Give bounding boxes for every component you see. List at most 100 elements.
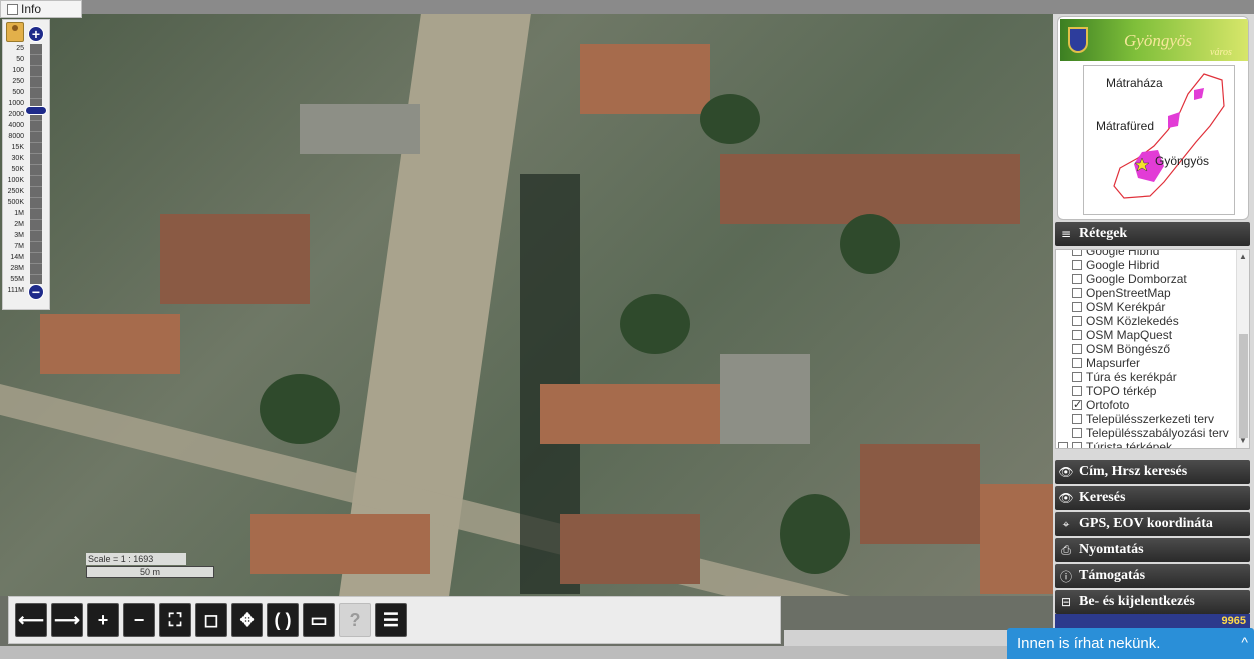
coat-of-arms-icon <box>1068 27 1088 53</box>
zoom-scale-label[interactable]: 100 <box>3 65 25 76</box>
measure-icon[interactable]: ▭ <box>303 603 335 637</box>
layer-item[interactable]: Google Hibrid <box>1056 258 1238 272</box>
crosshair-icon: ⌖ <box>1062 516 1070 531</box>
scroll-up-icon[interactable]: ▲ <box>1239 252 1247 261</box>
zoom-slider-track[interactable] <box>30 44 42 284</box>
layer-checkbox[interactable] <box>1072 288 1082 298</box>
layer-checkbox[interactable] <box>1072 302 1082 312</box>
zoom-scale-label[interactable]: 30K <box>3 153 25 164</box>
layers-header[interactable]: ≡ Rétegek <box>1055 222 1250 246</box>
layer-item[interactable]: OSM MapQuest <box>1056 328 1238 342</box>
layer-label: Ortofoto <box>1086 398 1130 412</box>
arrow-left-icon[interactable]: ⟵ <box>15 603 47 637</box>
layer-item[interactable]: Túrista térképek <box>1056 440 1238 449</box>
zoom-scale-label[interactable]: 55M <box>3 274 25 285</box>
scroll-thumb[interactable] <box>1239 334 1248 438</box>
help-icon[interactable]: ? <box>339 603 371 637</box>
zoom-out-icon[interactable]: − <box>123 603 155 637</box>
layer-label: Túrista térképek <box>1086 440 1173 449</box>
zoom-scale-label[interactable]: 2M <box>3 219 25 230</box>
zoom-scale-label[interactable]: 14M <box>3 252 25 263</box>
menu-cím-hrsz-keresés[interactable]: 👁 Cím, Hrsz keresés <box>1055 460 1250 484</box>
eye-icon: 👁 <box>1058 491 1074 505</box>
layer-item[interactable]: Túra és kerékpár <box>1056 370 1238 384</box>
layer-label: OSM MapQuest <box>1086 328 1173 342</box>
zoom-scale-label[interactable]: 111M <box>3 285 25 296</box>
layer-item[interactable]: Településszerkezeti terv <box>1056 412 1238 426</box>
overview-minimap[interactable]: Mátraháza Mátrafüred Gyöngyös <box>1083 65 1235 215</box>
zoom-scale-label[interactable]: 28M <box>3 263 25 274</box>
zoom-scale-label[interactable]: 250 <box>3 76 25 87</box>
pan-icon[interactable]: ✥ <box>231 603 263 637</box>
info-checkbox[interactable] <box>7 3 18 15</box>
zoom-scale-label[interactable]: 25 <box>3 43 25 54</box>
zoom-box-icon[interactable]: ⛶ <box>159 603 191 637</box>
menu-nyomtatás[interactable]: ⎙ Nyomtatás <box>1055 538 1250 562</box>
zoom-slider-handle[interactable] <box>25 106 47 115</box>
rotate-icon[interactable]: ( ) <box>267 603 299 637</box>
zoom-scale-label[interactable]: 3M <box>3 230 25 241</box>
arrow-right-icon[interactable]: ⟶ <box>51 603 83 637</box>
zoom-scale-label[interactable]: 7M <box>3 241 25 252</box>
menu-be-és-kijelentkezés[interactable]: ⊟ Be- és kijelentkezés <box>1055 590 1250 614</box>
chat-widget[interactable]: Innen is írhat nekünk. ^ <box>1007 628 1254 659</box>
menu-támogatás[interactable]: ⓘ Támogatás <box>1055 564 1250 588</box>
layers-list-panel: Google Hibrid Google Hibrid Google Domborz… <box>1055 249 1250 449</box>
chevron-up-icon[interactable]: ^ <box>1241 634 1248 650</box>
layer-checkbox[interactable] <box>1072 428 1082 438</box>
layer-label: OSM Kerékpár <box>1086 300 1166 314</box>
document-icon[interactable]: ☰ <box>375 603 407 637</box>
layer-item[interactable]: TOPO térkép <box>1056 384 1238 398</box>
layer-checkbox[interactable] <box>1072 442 1082 448</box>
layer-checkbox[interactable] <box>1072 414 1082 424</box>
zoom-out-button[interactable]: − <box>28 284 44 300</box>
eye-icon: 👁 <box>1058 465 1074 479</box>
layer-checkbox[interactable] <box>1072 358 1082 368</box>
layer-item[interactable]: OSM Kerékpár <box>1056 300 1238 314</box>
layer-item[interactable]: Mapsurfer <box>1056 356 1238 370</box>
zoom-scale-label[interactable]: 1M <box>3 208 25 219</box>
layer-checkbox[interactable] <box>1072 372 1082 382</box>
info-toggle[interactable]: Info <box>0 0 82 18</box>
layer-label: OSM Közlekedés <box>1086 314 1179 328</box>
zoom-scale-label[interactable]: 500 <box>3 87 25 98</box>
layer-item[interactable]: Google Domborzat <box>1056 272 1238 286</box>
zoom-scale-label[interactable]: 4000 <box>3 120 25 131</box>
zoom-scale-label[interactable]: 50 <box>3 54 25 65</box>
layer-checkbox[interactable] <box>1072 398 1082 412</box>
layer-item[interactable]: OSM Böngésző <box>1056 342 1238 356</box>
zoom-in-button[interactable]: + <box>28 26 44 42</box>
expand-checkbox[interactable] <box>1058 442 1068 448</box>
zoom-scale-label[interactable]: 1000 <box>3 98 25 109</box>
layer-item[interactable]: OpenStreetMap <box>1056 286 1238 300</box>
layer-checkbox[interactable] <box>1072 260 1082 270</box>
layer-item[interactable]: Ortofoto <box>1056 398 1238 412</box>
menu-keresés[interactable]: 👁 Keresés <box>1055 486 1250 510</box>
scroll-down-icon[interactable]: ▼ <box>1239 436 1247 445</box>
street-view-pegman-icon[interactable] <box>6 22 24 42</box>
zoom-scale-label[interactable]: 250K <box>3 186 25 197</box>
zoom-in-icon[interactable]: + <box>87 603 119 637</box>
layer-checkbox[interactable] <box>1072 316 1082 326</box>
layer-checkbox[interactable] <box>1072 344 1082 354</box>
layer-checkbox[interactable] <box>1072 274 1082 284</box>
zoom-scale-label[interactable]: 500K <box>3 197 25 208</box>
zoom-scale-label[interactable]: 100K <box>3 175 25 186</box>
minimap-label: Gyöngyös <box>1155 154 1210 168</box>
zoom-extent-icon[interactable]: ◻ <box>195 603 227 637</box>
status-strip <box>784 630 1008 646</box>
layer-checkbox[interactable] <box>1072 386 1082 396</box>
layer-checkbox[interactable] <box>1072 250 1082 256</box>
menu-gps-eov-koordináta[interactable]: ⌖ GPS, EOV koordináta <box>1055 512 1250 536</box>
zoom-scale-label[interactable]: 8000 <box>3 131 25 142</box>
zoom-scale-label[interactable]: 2000 <box>3 109 25 120</box>
aerial-map[interactable] <box>0 14 1053 596</box>
layer-item[interactable]: Településszabályozási terv <box>1056 426 1238 440</box>
layer-item[interactable]: OSM Közlekedés <box>1056 314 1238 328</box>
map-toolbar: ⟵ ⟶ + − ⛶ ◻ ✥( ) ▭? ☰ <box>8 596 781 644</box>
zoom-scale-label[interactable]: 50K <box>3 164 25 175</box>
layer-item[interactable]: Google Hibrid <box>1056 250 1238 258</box>
layers-scrollbar[interactable]: ▲ ▼ <box>1236 250 1249 448</box>
zoom-scale-label[interactable]: 15K <box>3 142 25 153</box>
layer-checkbox[interactable] <box>1072 330 1082 340</box>
